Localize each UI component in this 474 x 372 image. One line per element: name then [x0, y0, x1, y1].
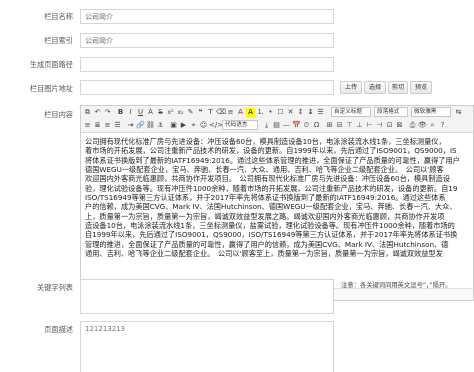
content-line: 通用、吉利、哈飞等企业二级配套企业。 公司以'顾客至上，质量第一为宗旨，质量第一…	[85, 248, 443, 258]
keywords-textarea[interactable]	[80, 279, 334, 314]
column-name-input[interactable]: 公司简介	[80, 9, 334, 24]
template-icon[interactable]: ▤	[272, 121, 281, 130]
video-icon[interactable]: ▶	[179, 121, 188, 130]
time-icon[interactable]: ⏲	[302, 121, 311, 130]
column-image-input[interactable]	[80, 80, 334, 95]
emotion-icon[interactable]: ☺	[199, 121, 208, 130]
content-line: 着市场的开拓发展，公司注重新产品技术的研发，设备的更新。自1999年以来，先后通…	[85, 146, 457, 156]
redo-icon[interactable]: ↷	[103, 108, 112, 117]
undo-icon[interactable]: ↶	[93, 108, 102, 117]
special-chars-icon[interactable]: Ω	[312, 121, 321, 130]
help-icon[interactable]: ?	[438, 121, 447, 130]
italic-icon[interactable]: I	[126, 108, 135, 117]
insert-row-icon[interactable]: ⊤	[345, 121, 354, 130]
underline-icon[interactable]: U	[136, 108, 145, 117]
paragraph-format-select[interactable]: 段落格式	[374, 107, 408, 117]
custom-heading-select[interactable]: 自定义标题	[331, 107, 371, 117]
description-label: 页面描述	[44, 325, 73, 334]
map-icon[interactable]: ⌖	[189, 121, 198, 130]
content-line: ISO/TS16949等第三方认证体系，并于2017年率先将体系证书换版到了最新…	[85, 192, 446, 202]
page-break-icon[interactable]: ⤓	[262, 121, 271, 130]
align-center-icon[interactable]: ≣	[93, 121, 102, 130]
horizontal-rule-icon[interactable]: —	[282, 121, 291, 130]
date-icon[interactable]: 📅	[292, 121, 301, 130]
ordered-list-icon[interactable]: ⒈	[256, 108, 265, 117]
select-all-icon[interactable]: ☐	[276, 108, 285, 117]
plain-text-icon[interactable]: T	[206, 108, 215, 117]
row-spacing-bottom-icon[interactable]: ↨	[306, 108, 315, 117]
merge-cells-icon[interactable]: ⊡	[385, 121, 394, 130]
superscript-icon[interactable]: x²	[166, 108, 175, 117]
generated-path-input[interactable]	[80, 57, 334, 72]
clear-document-icon[interactable]: ✕	[286, 108, 295, 117]
preview-icon[interactable]: 👁	[418, 121, 427, 130]
indent-icon[interactable]: ⇥	[126, 121, 135, 130]
content-line: 造设备10台，电泳涂装流水线1条，三坐标测量仪，盐雾试验，理化试验设备等。现有冲…	[85, 220, 455, 230]
editor-toolbar: ⧉ ↶ ↷ B I U A S x² x₂ ✎ ❝ T ⌫ ≡ A A ⒈ • …	[81, 106, 473, 133]
align-left-icon[interactable]: ≡	[83, 121, 92, 130]
align-justify-icon[interactable]: ☰	[113, 121, 122, 130]
content-line: 欢迎国内外客商光临惠顾，共商协作开发项目。 公司拥有现代化标准厂房与先进设备：冲…	[85, 174, 450, 184]
keywords-note: 注意：各关键词间用英文逗号“，”隔开。	[341, 282, 452, 289]
content-line: 管理的推进，全面保证了产品质量的可靠性，赢得了用户的信赖，成为美国CVG、Mar…	[85, 239, 449, 249]
auto-format-icon[interactable]: ≡	[226, 108, 235, 117]
row-spacing-top-icon[interactable]: ↕	[296, 108, 305, 117]
line-height-icon[interactable]: ☰	[316, 108, 325, 117]
delete-row-icon[interactable]: ⊥	[355, 121, 364, 130]
font-color-icon[interactable]: A	[236, 108, 245, 117]
column-content-label: 栏目内容	[44, 110, 73, 119]
description-textarea[interactable]: 121213213	[80, 321, 334, 372]
insert-table-icon[interactable]: ⊞	[325, 121, 334, 130]
strikethrough-icon[interactable]: S	[156, 108, 165, 117]
anchor-icon[interactable]: ⚓	[156, 121, 165, 130]
background-color-icon[interactable]: A	[246, 108, 255, 117]
bold-icon[interactable]: B	[116, 108, 125, 117]
content-line: 自1999年以来，先后通过了ISO9001，QS9000，ISO/TS16949…	[85, 230, 458, 240]
print-icon[interactable]: ⎙	[408, 121, 417, 130]
content-line: 验，理化试验设备等。现有冲压件1000余种，随着市场的开拓发展，公司注重新产品技…	[85, 183, 458, 193]
column-name-label: 栏目名称	[44, 12, 73, 21]
font-family-select[interactable]: 微软雅黑	[411, 107, 451, 117]
unlink-icon[interactable]: ⛓	[146, 121, 155, 130]
font-border-icon[interactable]: A	[146, 108, 155, 117]
column-image-label: 栏目图片地址	[29, 84, 73, 93]
column-index-input[interactable]: 公司简介	[80, 33, 334, 48]
content-line: 户的信赖，成为美国CVG、Mark IV、法国Hutchinson、德国WEGU…	[85, 202, 457, 212]
content-line: 德国WEGU一级配套企业，宝马、奔驰、长春一汽、大众、通用、吉利、哈飞等企业二级…	[85, 164, 444, 174]
source-icon[interactable]: ⧉	[83, 108, 92, 117]
directionality-icon[interactable]: ⇆	[454, 108, 463, 117]
image-icon[interactable]: ▣	[169, 121, 178, 130]
code-language-select[interactable]: 代码语言	[222, 120, 258, 130]
insert-col-icon[interactable]: ⊢	[365, 121, 374, 130]
content-line: 将体系证书换版到了最新的IATF16949:2016。通过这些体系管理的推进，全…	[85, 155, 460, 165]
column-index-label: 栏目索引	[44, 36, 73, 45]
preview-button[interactable]: 预览	[410, 81, 432, 94]
delete-table-icon[interactable]: ⊟	[335, 121, 344, 130]
align-right-icon[interactable]: ≡	[103, 121, 112, 130]
subscript-icon[interactable]: x₂	[176, 108, 185, 117]
search-replace-icon[interactable]: ⌕	[428, 121, 437, 130]
crop-button[interactable]: 剪切	[388, 81, 408, 94]
generated-path-label: 生成页面路径	[29, 60, 73, 69]
link-icon[interactable]: 🔗	[136, 121, 145, 130]
upload-button[interactable]: 上传	[340, 81, 362, 94]
editor-content[interactable]: 公司拥有现代化标准厂房与先进设备：冲压设备60台，模具制造设备10台，电泳涂装流…	[85, 137, 473, 287]
clear-format-icon[interactable]: ⌫	[216, 108, 226, 117]
content-line: 上，质量第一为宗旨，质量第一为宗旨，竭诚双效益型发展之路。竭诚欢迎国内外客商光临…	[85, 211, 445, 221]
choose-button[interactable]: 选择	[364, 81, 386, 94]
content-line: 公司拥有现代化标准厂房与先进设备：冲压设备60台，模具制造设备10台，电泳涂装流…	[85, 137, 446, 146]
blockquote-icon[interactable]: ❝	[196, 108, 205, 117]
delete-col-icon[interactable]: ⊣	[375, 121, 384, 130]
split-cells-icon[interactable]: ⊠	[395, 121, 404, 130]
keywords-label: 关键字列表	[37, 283, 73, 292]
code-icon[interactable]: </>	[209, 121, 223, 130]
rich-text-editor[interactable]: ⧉ ↶ ↷ B I U A S x² x₂ ✎ ❝ T ⌫ ≡ A A ⒈ • …	[80, 105, 474, 301]
format-match-icon[interactable]: ✎	[186, 108, 195, 117]
unordered-list-icon[interactable]: •	[266, 108, 275, 117]
